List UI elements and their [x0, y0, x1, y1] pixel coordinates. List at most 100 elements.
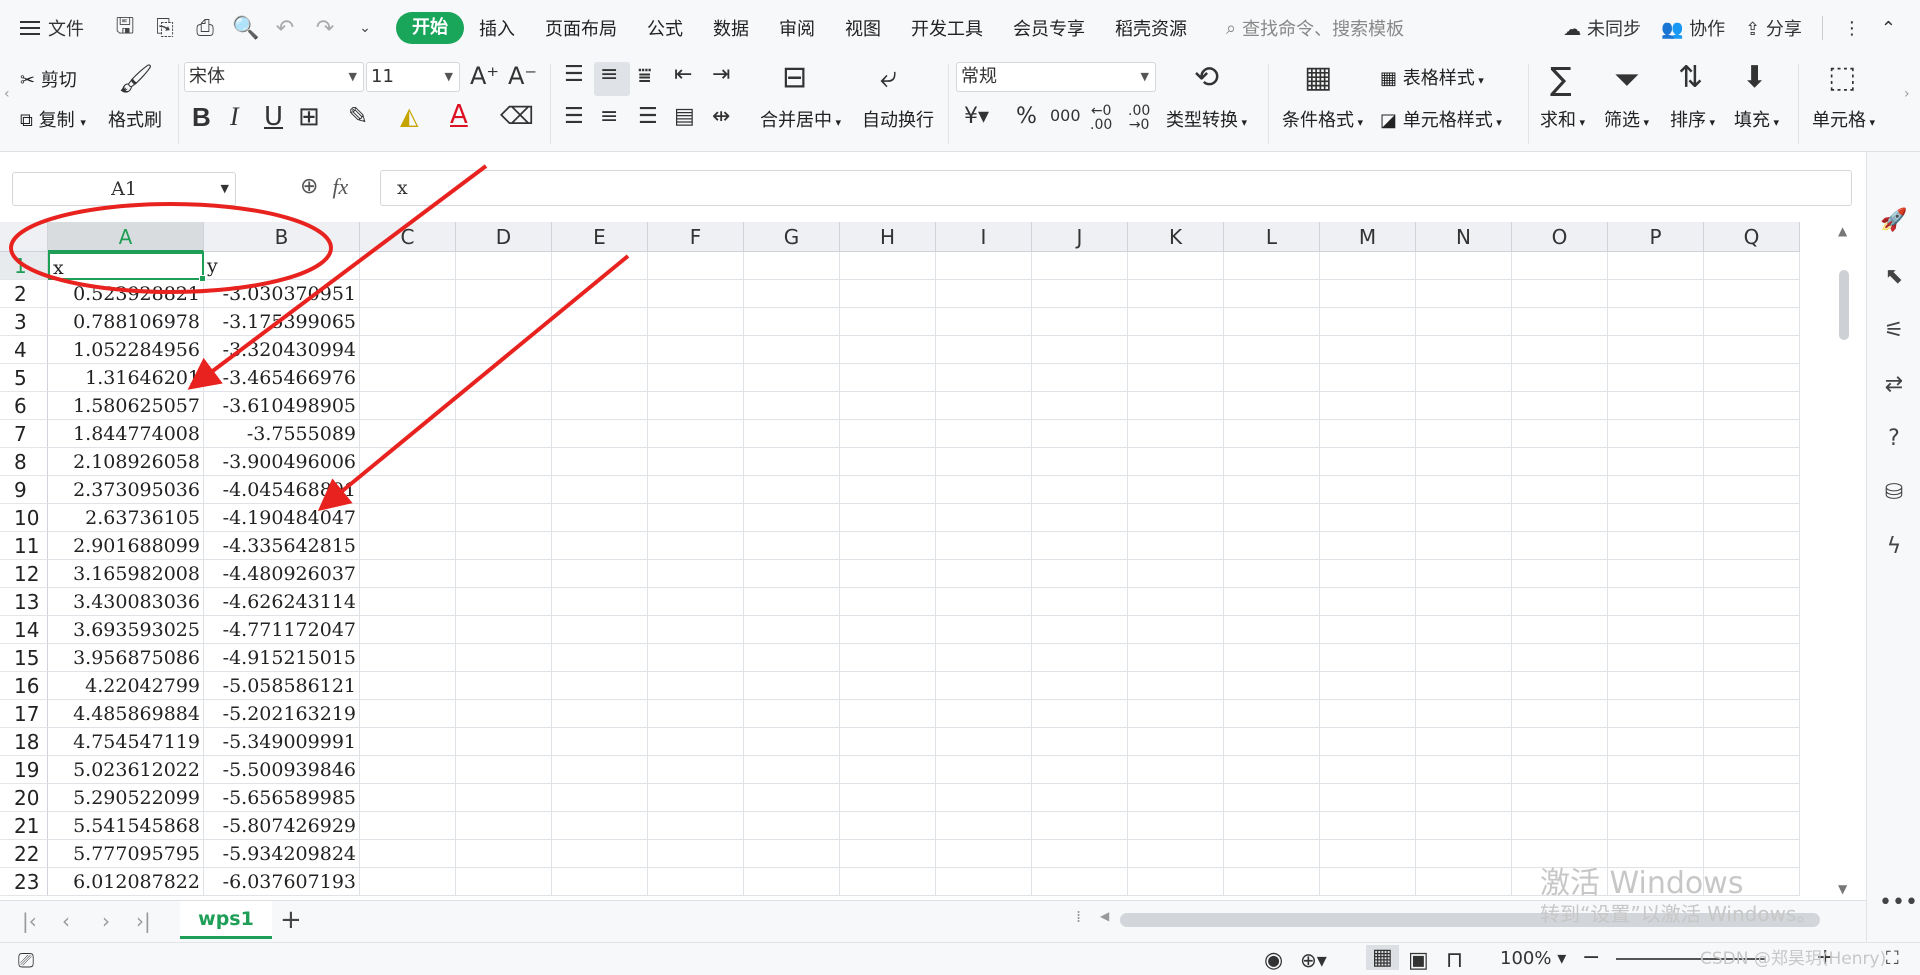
cell-c23[interactable] [360, 868, 456, 896]
cell-k12[interactable] [1128, 560, 1224, 588]
decrease-decimal-icon[interactable]: .00 →0 [1128, 104, 1150, 132]
cell-g10[interactable] [744, 504, 840, 532]
cell-m21[interactable] [1320, 812, 1416, 840]
cell-k5[interactable] [1128, 364, 1224, 392]
cell-i22[interactable] [936, 840, 1032, 868]
cell-n13[interactable] [1416, 588, 1512, 616]
cell-i12[interactable] [936, 560, 1032, 588]
cell-c17[interactable] [360, 700, 456, 728]
cell-e5[interactable] [552, 364, 648, 392]
cell-n11[interactable] [1416, 532, 1512, 560]
increase-indent-icon[interactable]: ⇥ [712, 62, 730, 87]
cell-b16[interactable]: -5.058586121 [204, 672, 360, 700]
cell-a12[interactable]: 3.165982008 [48, 560, 204, 588]
cell-i8[interactable] [936, 448, 1032, 476]
tab-6[interactable]: 视图 [830, 15, 896, 41]
cell-g2[interactable] [744, 280, 840, 308]
cell-a11[interactable]: 2.901688099 [48, 532, 204, 560]
cell-n4[interactable] [1416, 336, 1512, 364]
cell-a14[interactable]: 3.693593025 [48, 616, 204, 644]
cell-b21[interactable]: -5.807426929 [204, 812, 360, 840]
cell-h21[interactable] [840, 812, 936, 840]
cell-k20[interactable] [1128, 784, 1224, 812]
cell-q3[interactable] [1704, 308, 1800, 336]
number-format-select[interactable]: 常规 ▼ [956, 62, 1156, 92]
cell-k1[interactable] [1128, 252, 1224, 280]
cell-n5[interactable] [1416, 364, 1512, 392]
cell-l17[interactable] [1224, 700, 1320, 728]
row-header[interactable]: 22 [0, 840, 48, 868]
cell-d10[interactable] [456, 504, 552, 532]
eye-protection-icon[interactable]: ◉ [1264, 948, 1283, 973]
scroll-down-icon[interactable]: ▼ [1838, 882, 1847, 896]
cell-k14[interactable] [1128, 616, 1224, 644]
column-header-j[interactable]: J [1032, 222, 1128, 252]
cell-p20[interactable] [1608, 784, 1704, 812]
cell-q4[interactable] [1704, 336, 1800, 364]
fill-handle[interactable] [199, 275, 206, 282]
cell-o11[interactable] [1512, 532, 1608, 560]
tab-3[interactable]: 公式 [632, 15, 698, 41]
cell-q8[interactable] [1704, 448, 1800, 476]
cell-o2[interactable] [1512, 280, 1608, 308]
row-header[interactable]: 16 [0, 672, 48, 700]
row-header[interactable]: 7 [0, 420, 48, 448]
cell-j13[interactable] [1032, 588, 1128, 616]
cell-a9[interactable]: 2.373095036 [48, 476, 204, 504]
cell-j23[interactable] [1032, 868, 1128, 896]
cell-d22[interactable] [456, 840, 552, 868]
cell-a10[interactable]: 2.63736105 [48, 504, 204, 532]
cell-b11[interactable]: -4.335642815 [204, 532, 360, 560]
cell-i3[interactable] [936, 308, 1032, 336]
column-header-o[interactable]: O [1512, 222, 1608, 252]
scroll-up-icon[interactable]: ▲ [1838, 224, 1847, 238]
cell-a19[interactable]: 5.023612022 [48, 756, 204, 784]
cell-i6[interactable] [936, 392, 1032, 420]
select-all-corner[interactable] [0, 222, 48, 252]
cell-m23[interactable] [1320, 868, 1416, 896]
tab-5[interactable]: 审阅 [764, 15, 830, 41]
settings-sliders-icon[interactable]: ⚟ [1879, 316, 1909, 346]
cell-g9[interactable] [744, 476, 840, 504]
cell-m16[interactable] [1320, 672, 1416, 700]
cell-d18[interactable] [456, 728, 552, 756]
clear-format-icon[interactable]: ⌫ [500, 102, 534, 130]
cell-g14[interactable] [744, 616, 840, 644]
cell-p12[interactable] [1608, 560, 1704, 588]
cell-k15[interactable] [1128, 644, 1224, 672]
print-preview-icon[interactable]: 🔍 [232, 16, 259, 41]
cell-p16[interactable] [1608, 672, 1704, 700]
tab-2[interactable]: 页面布局 [530, 15, 632, 41]
help-icon[interactable]: ? [1879, 424, 1909, 454]
cell-g7[interactable] [744, 420, 840, 448]
row-header[interactable]: 20 [0, 784, 48, 812]
cell-m15[interactable] [1320, 644, 1416, 672]
column-header-g[interactable]: G [744, 222, 840, 252]
cell-h11[interactable] [840, 532, 936, 560]
cell-i21[interactable] [936, 812, 1032, 840]
row-header[interactable]: 17 [0, 700, 48, 728]
cell-g20[interactable] [744, 784, 840, 812]
type-convert-button[interactable]: 类型转换 ▾ [1166, 106, 1247, 132]
cell-b1[interactable]: y [204, 252, 360, 280]
cell-j16[interactable] [1032, 672, 1128, 700]
percent-icon[interactable]: % [1016, 104, 1037, 129]
distributed-align-icon[interactable]: ⇹ [712, 104, 730, 129]
cell-k7[interactable] [1128, 420, 1224, 448]
cell-i23[interactable] [936, 868, 1032, 896]
cell-m7[interactable] [1320, 420, 1416, 448]
cell-p2[interactable] [1608, 280, 1704, 308]
cell-i15[interactable] [936, 644, 1032, 672]
cell-j5[interactable] [1032, 364, 1128, 392]
cell-l16[interactable] [1224, 672, 1320, 700]
fullscreen-icon[interactable]: ⛶ [1886, 948, 1899, 969]
cell-p6[interactable] [1608, 392, 1704, 420]
cell-q17[interactable] [1704, 700, 1800, 728]
cell-l8[interactable] [1224, 448, 1320, 476]
sort-button[interactable]: 排序 ▾ [1670, 106, 1715, 132]
cell-k23[interactable] [1128, 868, 1224, 896]
row-header[interactable]: 19 [0, 756, 48, 784]
cell-k11[interactable] [1128, 532, 1224, 560]
cell-i9[interactable] [936, 476, 1032, 504]
format-painter-button[interactable]: 格式刷 [108, 106, 162, 132]
